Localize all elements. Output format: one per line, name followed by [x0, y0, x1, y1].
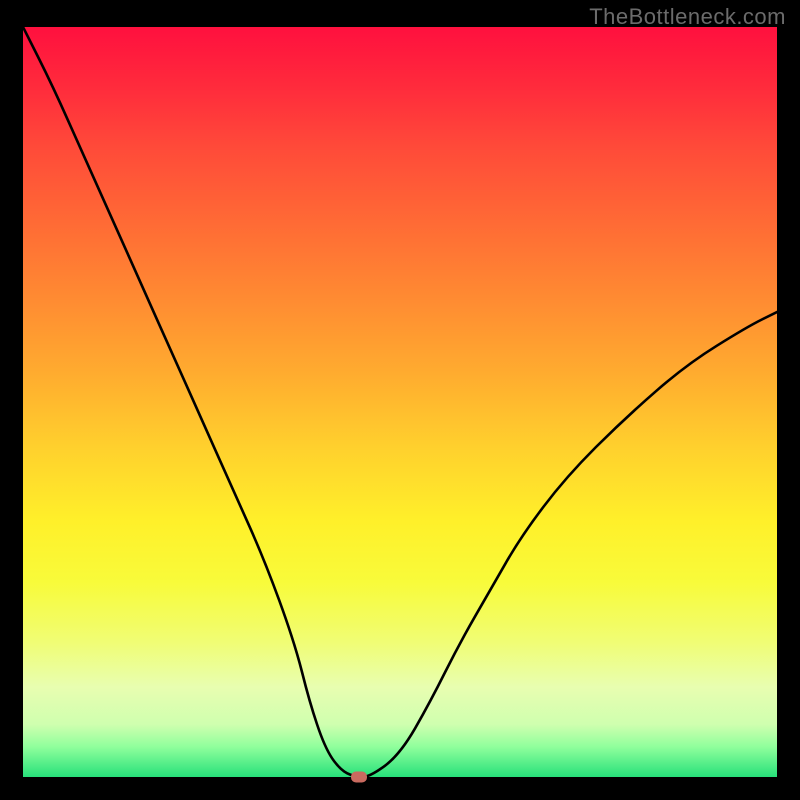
bottleneck-marker — [351, 772, 367, 783]
curve-svg — [23, 27, 777, 777]
chart-plot-area — [23, 27, 777, 777]
chart-frame: TheBottleneck.com — [0, 0, 800, 800]
bottleneck-curve — [23, 27, 777, 777]
